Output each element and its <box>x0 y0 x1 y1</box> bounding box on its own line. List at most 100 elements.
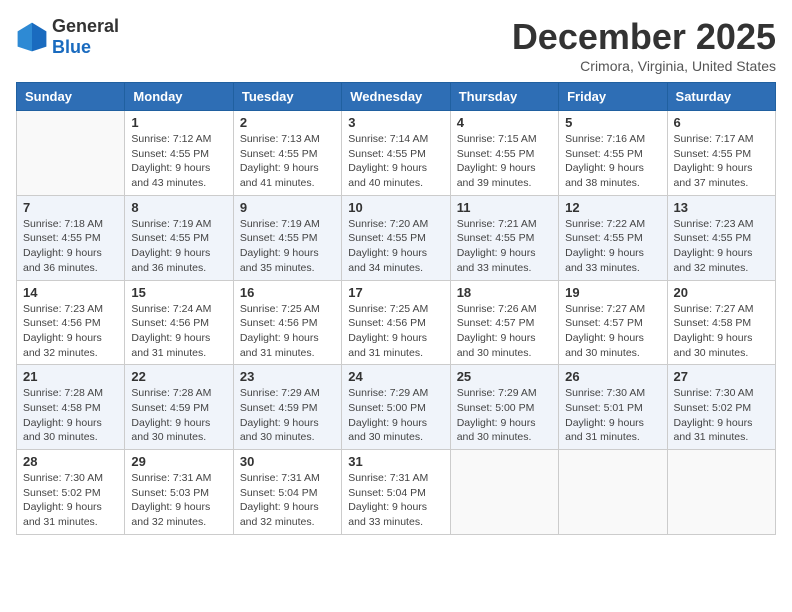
calendar-week-row: 1Sunrise: 7:12 AMSunset: 4:55 PMDaylight… <box>17 111 776 196</box>
daylight-text: Daylight: 9 hours and 30 minutes. <box>240 417 319 444</box>
sunset-text: Sunset: 4:55 PM <box>457 148 535 160</box>
daylight-text: Daylight: 9 hours and 36 minutes. <box>131 247 210 274</box>
sunset-text: Sunset: 5:00 PM <box>457 402 535 414</box>
day-number: 30 <box>240 454 335 469</box>
sunset-text: Sunset: 4:55 PM <box>565 232 643 244</box>
day-number: 19 <box>565 285 660 300</box>
day-number: 6 <box>674 115 769 130</box>
sunset-text: Sunset: 4:56 PM <box>23 317 101 329</box>
sunrise-text: Sunrise: 7:31 AM <box>131 472 211 484</box>
day-number: 8 <box>131 200 226 215</box>
calendar-cell: 22Sunrise: 7:28 AMSunset: 4:59 PMDayligh… <box>125 365 233 450</box>
calendar-cell: 24Sunrise: 7:29 AMSunset: 5:00 PMDayligh… <box>342 365 450 450</box>
sunset-text: Sunset: 5:02 PM <box>674 402 752 414</box>
calendar-week-row: 28 Sunrise: 7:30 AMSunset: 5:02 PMDayligh… <box>17 450 776 535</box>
calendar-cell: 27Sunrise: 7:30 AMSunset: 5:02 PMDayligh… <box>667 365 775 450</box>
day-info: Sunrise: 7:16 AMSunset: 4:55 PMDaylight:… <box>565 132 660 191</box>
sunrise-text: Sunrise: 7:23 AM <box>23 303 103 315</box>
day-number: 16 <box>240 285 335 300</box>
calendar-week-row: 21Sunrise: 7:28 AMSunset: 4:58 PMDayligh… <box>17 365 776 450</box>
sunset-text: Sunset: 4:59 PM <box>131 402 209 414</box>
sunrise-text: Sunrise: 7:30 AM <box>674 387 754 399</box>
sunrise-text: Sunrise: 7:27 AM <box>565 303 645 315</box>
weekday-header-row: SundayMondayTuesdayWednesdayThursdayFrid… <box>17 83 776 111</box>
daylight-text: Daylight: 9 hours and 33 minutes. <box>565 247 644 274</box>
sunset-text: Sunset: 4:55 PM <box>240 232 318 244</box>
daylight-text: Daylight: 9 hours and 43 minutes. <box>131 162 210 189</box>
sunrise-text: Sunrise: 7:17 AM <box>674 133 754 145</box>
day-info: Sunrise: 7:30 AMSunset: 5:01 PMDaylight:… <box>565 386 660 445</box>
calendar-cell: 16Sunrise: 7:25 AMSunset: 4:56 PMDayligh… <box>233 280 341 365</box>
sunrise-text: Sunrise: 7:26 AM <box>457 303 537 315</box>
month-title: December 2025 <box>512 16 776 58</box>
day-number: 28 <box>23 454 118 469</box>
day-number: 21 <box>23 369 118 384</box>
calendar-cell: 15Sunrise: 7:24 AMSunset: 4:56 PMDayligh… <box>125 280 233 365</box>
sunset-text: Sunset: 4:55 PM <box>565 148 643 160</box>
daylight-text: Daylight: 9 hours and 30 minutes. <box>23 417 102 444</box>
day-info: Sunrise: 7:30 AMSunset: 5:02 PMDaylight:… <box>23 471 118 530</box>
sunset-text: Sunset: 4:58 PM <box>674 317 752 329</box>
daylight-text: Daylight: 9 hours and 32 minutes. <box>674 247 753 274</box>
sunset-text: Sunset: 4:55 PM <box>348 148 426 160</box>
calendar-cell: 12 Sunrise: 7:22 AMSunset: 4:55 PMDayligh… <box>559 195 667 280</box>
calendar-cell: 1Sunrise: 7:12 AMSunset: 4:55 PMDaylight… <box>125 111 233 196</box>
day-info: Sunrise: 7:27 AMSunset: 4:58 PMDaylight:… <box>674 302 769 361</box>
day-number: 29 <box>131 454 226 469</box>
calendar-cell: 3Sunrise: 7:14 AMSunset: 4:55 PMDaylight… <box>342 111 450 196</box>
daylight-text: Daylight: 9 hours and 30 minutes. <box>131 417 210 444</box>
day-number: 26 <box>565 369 660 384</box>
sunset-text: Sunset: 4:55 PM <box>457 232 535 244</box>
daylight-text: Daylight: 9 hours and 30 minutes. <box>674 332 753 359</box>
daylight-text: Daylight: 9 hours and 30 minutes. <box>348 417 427 444</box>
sunset-text: Sunset: 4:56 PM <box>348 317 426 329</box>
sunrise-text: Sunrise: 7:29 AM <box>348 387 428 399</box>
day-number: 1 <box>131 115 226 130</box>
calendar-cell <box>667 450 775 535</box>
calendar-cell <box>559 450 667 535</box>
calendar-cell: 8Sunrise: 7:19 AMSunset: 4:55 PMDaylight… <box>125 195 233 280</box>
calendar-cell: 25 Sunrise: 7:29 AM Sunset: 5:00 PM Dayligh… <box>450 365 558 450</box>
calendar-cell: 13Sunrise: 7:23 AMSunset: 4:55 PMDayligh… <box>667 195 775 280</box>
sunset-text: Sunset: 4:57 PM <box>565 317 643 329</box>
logo-general: General <box>52 16 119 36</box>
sunrise-text: Sunrise: 7:25 AM <box>348 303 428 315</box>
location-subtitle: Crimora, Virginia, United States <box>512 58 776 74</box>
day-number: 4 <box>457 115 552 130</box>
sunset-text: Sunset: 5:00 PM <box>348 402 426 414</box>
day-number: 13 <box>674 200 769 215</box>
calendar-cell: 2Sunrise: 7:13 AMSunset: 4:55 PMDaylight… <box>233 111 341 196</box>
day-info: Sunrise: 7:13 AMSunset: 4:55 PMDaylight:… <box>240 132 335 191</box>
weekday-header-thursday: Thursday <box>450 83 558 111</box>
daylight-text: Daylight: 9 hours and 31 minutes. <box>240 332 319 359</box>
sunrise-text: Sunrise: 7:29 AM <box>240 387 320 399</box>
sunrise-text: Sunrise: 7:23 AM <box>674 218 754 230</box>
sunrise-text: Sunrise: 7:28 AM <box>23 387 103 399</box>
day-number: 15 <box>131 285 226 300</box>
day-info: Sunrise: 7:22 AMSunset: 4:55 PMDaylight:… <box>565 217 660 276</box>
calendar-cell: 20Sunrise: 7:27 AMSunset: 4:58 PMDayligh… <box>667 280 775 365</box>
day-info: Sunrise: 7:31 AMSunset: 5:04 PMDaylight:… <box>348 471 443 530</box>
page-header: General Blue December 2025 Crimora, Virg… <box>16 16 776 74</box>
calendar-cell: 18Sunrise: 7:26 AMSunset: 4:57 PMDayligh… <box>450 280 558 365</box>
calendar-cell: 14Sunrise: 7:23 AMSunset: 4:56 PMDayligh… <box>17 280 125 365</box>
weekday-header-wednesday: Wednesday <box>342 83 450 111</box>
day-number: 12 <box>565 200 660 215</box>
day-info: Sunrise: 7:21 AMSunset: 4:55 PMDaylight:… <box>457 217 552 276</box>
day-info: Sunrise: 7:29 AM Sunset: 4:59 PM Daylight:… <box>240 386 335 445</box>
calendar-cell: 9Sunrise: 7:19 AMSunset: 4:55 PMDaylight… <box>233 195 341 280</box>
daylight-text: Daylight: 9 hours and 41 minutes. <box>240 162 319 189</box>
calendar-cell: 4Sunrise: 7:15 AMSunset: 4:55 PMDaylight… <box>450 111 558 196</box>
day-info: Sunrise: 7:18 AMSunset: 4:55 PMDaylight:… <box>23 217 118 276</box>
daylight-text: Daylight: 9 hours and 32 minutes. <box>23 332 102 359</box>
calendar-cell: 28 Sunrise: 7:30 AMSunset: 5:02 PMDayligh… <box>17 450 125 535</box>
day-number: 17 <box>348 285 443 300</box>
sunset-text: Sunset: 4:59 PM <box>240 402 318 414</box>
sunrise-text: Sunrise: 7:20 AM <box>348 218 428 230</box>
day-info: Sunrise: 7:29 AM Sunset: 5:00 PM Daylight:… <box>457 386 552 445</box>
day-number: 25 <box>457 369 552 384</box>
sunrise-text: Sunrise: 7:29 AM <box>457 387 537 399</box>
day-info: Sunrise: 7:17 AMSunset: 4:55 PMDaylight:… <box>674 132 769 191</box>
sunrise-text: Sunrise: 7:15 AM <box>457 133 537 145</box>
daylight-text: Daylight: 9 hours and 30 minutes. <box>457 417 536 444</box>
